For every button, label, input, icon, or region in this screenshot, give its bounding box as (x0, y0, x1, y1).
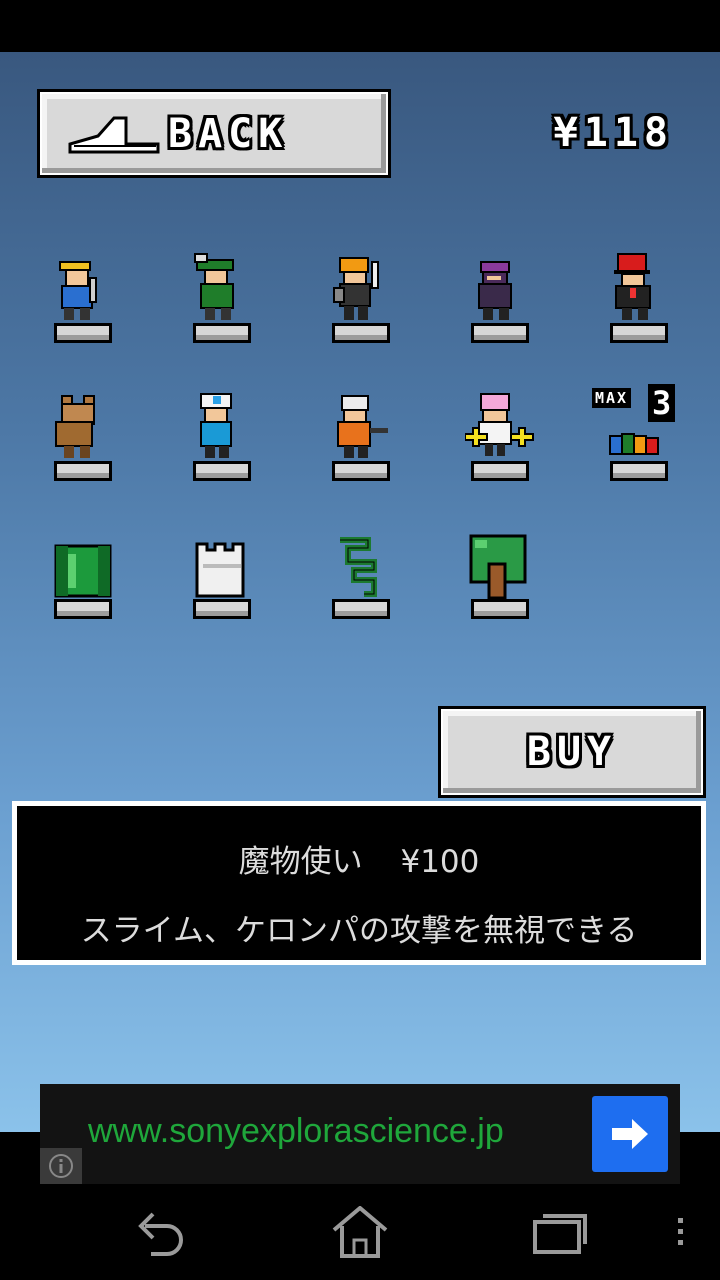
back-arrow-icon (138, 1212, 183, 1256)
purple-ninja-icon (478, 261, 512, 320)
back-button[interactable]: BACK (40, 92, 388, 175)
shop-item-max-party-upgrade[interactable]: MAX 3 (592, 384, 676, 481)
recents-icon (533, 1214, 587, 1254)
shop-item-orange-helmet-knight[interactable] (326, 248, 396, 343)
pink-hair-girl-icon (465, 393, 534, 456)
nav-recents-button[interactable] (524, 1202, 594, 1262)
shop-item-red-tophat-gentleman[interactable] (604, 248, 674, 343)
android-nav-bar (0, 1184, 720, 1280)
green-tree-icon (469, 534, 527, 600)
red-tophat-gentleman-icon (614, 253, 651, 320)
shop-item-yellow-hat-hero[interactable] (48, 248, 118, 343)
nav-menu-button[interactable] (660, 1202, 700, 1262)
shop-item-brown-beast[interactable] (48, 386, 118, 481)
shop-item-green-archer[interactable] (187, 248, 257, 343)
shop-item-white-castle-block[interactable] (187, 524, 257, 619)
brown-beast-icon (55, 395, 95, 458)
green-archer-icon (194, 253, 234, 320)
money-counter: ¥118 (553, 110, 674, 156)
shop-item-green-vine[interactable] (326, 524, 396, 619)
shop-item-white-hair-fighter[interactable] (326, 386, 396, 481)
overflow-menu-icon (678, 1218, 683, 1245)
green-pipe-icon (54, 544, 112, 598)
shop-item-purple-ninja[interactable] (465, 248, 535, 343)
ad-url[interactable]: www.sonyexplorascience.jp (88, 1112, 504, 1151)
item-title-line: 魔物使い ¥100 (17, 836, 701, 881)
item-info-panel: 魔物使い ¥100 スライム、ケロンパの攻撃を無視できる (12, 801, 706, 965)
white-hair-fighter-icon (337, 395, 388, 458)
shop-item-green-pipe[interactable] (48, 524, 118, 619)
info-icon (49, 1154, 73, 1178)
ad-banner[interactable]: www.sonyexplorascience.jp (40, 1084, 680, 1184)
home-icon (332, 1206, 388, 1258)
shop-item-pink-hair-girl[interactable] (465, 386, 535, 481)
yellow-hat-hero-icon (59, 261, 97, 320)
green-vine-icon (340, 537, 377, 597)
ad-info-button[interactable] (40, 1148, 82, 1184)
arrow-right-icon (612, 1119, 648, 1149)
game-screen: BACK ¥118 MAX 3 BUY 魔物使い ¥100 スライム、ケロンパの… (0, 52, 720, 1132)
item-price: ¥100 (400, 844, 480, 880)
orange-helmet-knight-icon (333, 257, 379, 320)
nav-home-button[interactable] (325, 1202, 395, 1262)
white-castle-block-icon (195, 542, 245, 598)
nav-back-button[interactable] (124, 1202, 194, 1262)
item-name: 魔物使い (238, 844, 363, 880)
buy-label: BUY (526, 729, 618, 775)
shoe-icon (68, 116, 160, 153)
item-description: スライム、ケロンパの攻撃を無視できる (80, 913, 638, 949)
buy-button[interactable]: BUY (441, 709, 703, 795)
shop-item-green-tree[interactable] (465, 524, 535, 619)
ad-go-button[interactable] (592, 1096, 668, 1172)
back-label: BACK (168, 110, 289, 157)
status-bar (0, 0, 720, 52)
white-cap-nurse-icon (200, 393, 232, 458)
shop-item-white-cap-nurse[interactable] (187, 386, 257, 481)
